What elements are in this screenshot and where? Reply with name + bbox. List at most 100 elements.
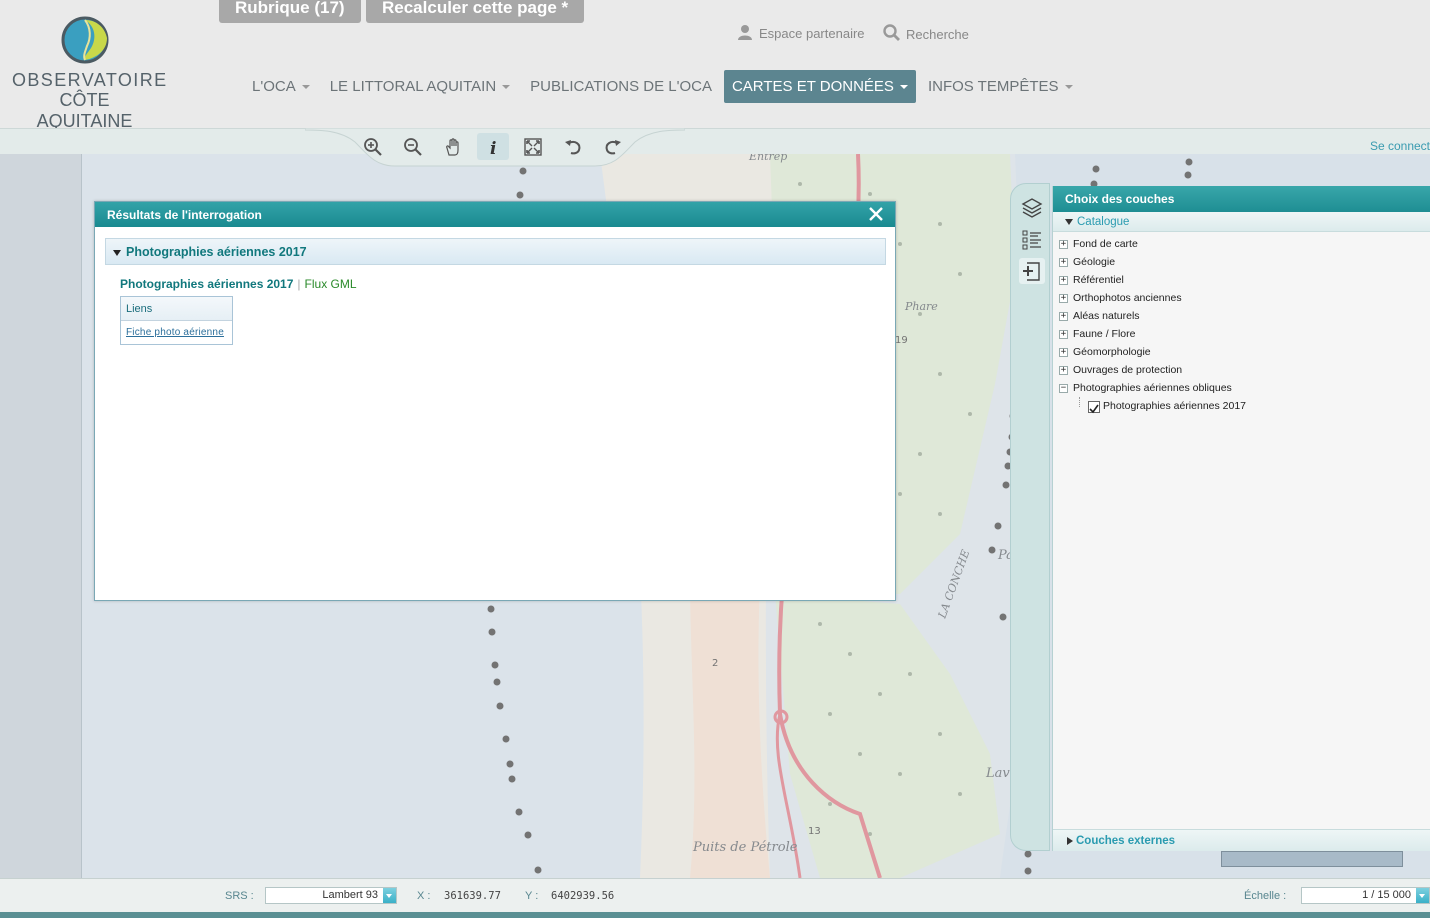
result-section-title: Photographies aériennes 2017 (126, 245, 307, 259)
close-icon[interactable] (867, 205, 885, 223)
checkmark-icon (1089, 404, 1099, 414)
tree-item-geologie[interactable]: + Géologie (1053, 253, 1430, 271)
tree-item-label: Référentiel (1073, 274, 1124, 286)
site-header: OBSERVATOIRE CÔTE AQUITAINE Rubrique (17… (0, 0, 1430, 131)
rubrique-button[interactable]: Rubrique (17) (219, 0, 361, 23)
srs-value: Lambert 93 (322, 889, 378, 901)
nav-item-oca[interactable]: L'OCA (244, 70, 318, 103)
links-table: Liens Fiche photo aérienne (120, 296, 233, 345)
overview-minimap[interactable] (1221, 851, 1403, 867)
result-title: Photographies aériennes 2017 (120, 277, 294, 291)
tree-item-orthophotos[interactable]: + Orthophotos anciennes (1053, 289, 1430, 307)
expand-plus-icon[interactable]: + (1059, 276, 1068, 285)
map-status-bar: SRS : Lambert 93 X : 361639.77 Y : 64029… (0, 878, 1430, 912)
expand-plus-icon[interactable]: + (1059, 330, 1068, 339)
external-layers-header[interactable]: Couches externes (1053, 829, 1430, 851)
tree-item-label: Faune / Flore (1073, 328, 1136, 340)
legend-list-icon[interactable] (1019, 226, 1045, 252)
layers-icon[interactable] (1019, 194, 1045, 220)
layer-panel-title: Choix des couches (1053, 186, 1430, 212)
zoom-in-icon[interactable] (357, 133, 389, 160)
result-section-header[interactable]: Photographies aériennes 2017 (105, 238, 886, 265)
zoom-extent-icon[interactable] (517, 133, 549, 160)
collapse-minus-icon[interactable]: − (1059, 384, 1068, 393)
links-table-header: Liens (121, 297, 232, 321)
dialog-title-bar: Résultats de l'interrogation (95, 202, 895, 227)
recalculate-page-button[interactable]: Recalculer cette page * (366, 0, 585, 23)
nav-item-tempetes[interactable]: INFOS TEMPÊTES (920, 70, 1081, 103)
nav-item-label: PUBLICATIONS DE L'OCA (530, 78, 712, 95)
pan-hand-icon[interactable] (437, 133, 469, 160)
catalogue-header[interactable]: Catalogue (1053, 212, 1430, 232)
external-layers-label: Couches externes (1076, 835, 1176, 847)
srs-select[interactable]: Lambert 93 (265, 887, 397, 904)
logo-emblem-icon (61, 16, 109, 64)
y-label: Y : (525, 890, 539, 902)
expand-plus-icon[interactable]: + (1059, 258, 1068, 267)
map-toolbar: i (305, 128, 685, 168)
x-label: X : (417, 890, 431, 902)
nav-item-label: INFOS TEMPÊTES (927, 78, 1059, 95)
scale-value: 1 / 15 000 (1362, 889, 1411, 901)
logo-line-2: CÔTE AQUITAINE (36, 90, 133, 131)
layer-choice-panel: Choix des couches Catalogue + Fond de car… (1052, 186, 1430, 851)
nav-item-publications[interactable]: PUBLICATIONS DE L'OCA (522, 70, 720, 103)
tree-item-label: Photographies aériennes obliques (1073, 382, 1232, 394)
site-logo[interactable]: OBSERVATOIRE CÔTE AQUITAINE (12, 14, 168, 132)
logo-line-1: OBSERVATOIRE (12, 70, 168, 90)
caret-down-icon (899, 85, 908, 90)
zoom-out-icon[interactable] (397, 133, 429, 160)
partner-space-link[interactable]: Espace partenaire (737, 24, 865, 43)
tree-item-label: Aléas naturels (1073, 310, 1140, 322)
tree-item-referentiel[interactable]: + Référentiel (1053, 271, 1430, 289)
gml-flux-link[interactable]: Flux GML (305, 277, 357, 291)
tree-item-geomorphologie[interactable]: + Géomorphologie (1053, 343, 1430, 361)
bottom-accent-bar (0, 912, 1430, 918)
tree-item-faune-flore[interactable]: + Faune / Flore (1053, 325, 1430, 343)
add-layer-icon[interactable] (1019, 258, 1045, 284)
search-link[interactable]: Recherche (883, 24, 969, 44)
result-separator: | (297, 277, 301, 291)
undo-icon[interactable] (557, 133, 589, 160)
scale-select[interactable]: 1 / 15 000 (1301, 887, 1430, 904)
nav-item-label: CARTES ET DONNÉES (731, 78, 894, 95)
expand-plus-icon[interactable]: + (1059, 348, 1068, 357)
redo-icon[interactable] (597, 133, 629, 160)
tree-item-photos-obliques[interactable]: − Photographies aériennes obliques (1053, 379, 1430, 397)
login-link[interactable]: Se connect (1370, 139, 1430, 153)
dropdown-arrow-icon[interactable] (383, 888, 396, 903)
query-results-dialog: Résultats de l'interrogation Photographi… (94, 201, 896, 601)
nav-item-cartes[interactable]: CARTES ET DONNÉES (723, 70, 916, 103)
nav-item-littoral[interactable]: LE LITTORAL AQUITAIN (322, 70, 518, 103)
tree-item-fond-de-carte[interactable]: + Fond de carte (1053, 235, 1430, 253)
tree-item-aleas[interactable]: + Aléas naturels (1053, 307, 1430, 325)
tree-child-photos-2017[interactable]: Photographies aériennes 2017 (1053, 397, 1430, 416)
expand-plus-icon[interactable]: + (1059, 312, 1068, 321)
scale-label: Échelle : (1244, 890, 1287, 902)
tree-item-label: Géologie (1073, 256, 1116, 268)
layer-panel-sidebar (1010, 183, 1050, 851)
catalogue-label: Catalogue (1077, 216, 1130, 228)
dropdown-arrow-icon[interactable] (1416, 888, 1429, 903)
search-icon (883, 24, 900, 44)
layer-checkbox[interactable] (1088, 401, 1100, 414)
expand-plus-icon[interactable]: + (1059, 294, 1068, 303)
search-label: Recherche (906, 26, 969, 42)
tree-item-label: Orthophotos anciennes (1073, 292, 1182, 304)
aerial-photo-sheet-link[interactable]: Fiche photo aérienne (121, 321, 232, 338)
tree-item-ouvrages[interactable]: + Ouvrages de protection (1053, 361, 1430, 379)
srs-label: SRS : (225, 890, 254, 902)
map-toolbar-strip (0, 128, 1430, 154)
tree-item-label: Ouvrages de protection (1073, 364, 1183, 376)
tree-item-label: Géomorphologie (1073, 346, 1151, 358)
info-icon[interactable]: i (477, 133, 509, 160)
tree-child-label: Photographies aériennes 2017 (1103, 400, 1247, 412)
expand-plus-icon[interactable]: + (1059, 240, 1068, 249)
user-icon (737, 24, 753, 43)
nav-item-label: L'OCA (252, 78, 296, 95)
dialog-title: Résultats de l'interrogation (107, 208, 262, 222)
result-line: Photographies aériennes 2017 | Flux GML (120, 277, 357, 291)
triangle-down-icon (1065, 219, 1073, 225)
tree-guide-line (1079, 397, 1080, 407)
expand-plus-icon[interactable]: + (1059, 366, 1068, 375)
